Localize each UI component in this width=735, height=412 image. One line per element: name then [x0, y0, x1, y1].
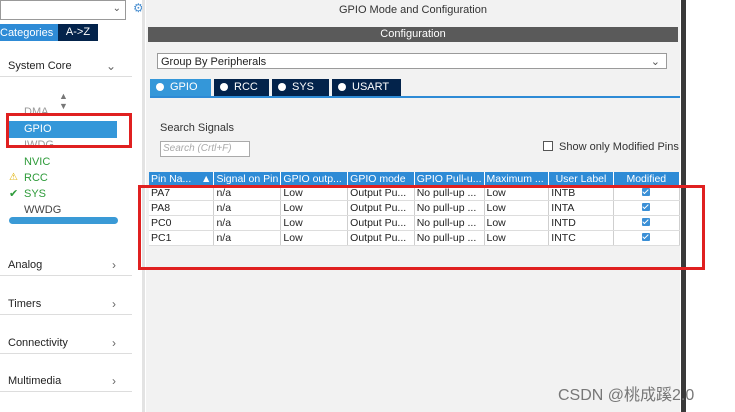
search-signals-input[interactable]: Search (Crtl+F)	[160, 141, 250, 157]
configuration-header: Configuration	[148, 27, 678, 42]
chevron-down-icon[interactable]: ⌄	[113, 3, 121, 14]
annotation-box-gpio	[6, 113, 132, 148]
col-gpio-output[interactable]: GPIO outp...	[280, 172, 349, 186]
tab-label: USART	[352, 81, 390, 93]
gpio-dot-icon	[156, 83, 164, 91]
col-modified[interactable]: Modified	[613, 172, 681, 186]
sort-icon[interactable]: ▲ ▼	[59, 91, 68, 111]
group-by-value: Group By Peripherals	[161, 56, 267, 68]
col-signal[interactable]: Signal on Pin	[213, 172, 282, 186]
category-tabs: Categories A->Z	[0, 24, 132, 41]
sys-dot-icon	[278, 83, 286, 91]
tab-gpio[interactable]: GPIO	[150, 79, 211, 96]
section-label: Multimedia	[8, 375, 62, 387]
warning-icon: ⚠	[9, 172, 18, 183]
section-multimedia[interactable]: Multimedia ›	[0, 371, 132, 392]
tab-label: RCC	[234, 81, 258, 93]
tab-categories[interactable]: Categories	[0, 24, 58, 41]
horizontal-scrollbar[interactable]	[9, 217, 118, 224]
table-header-row: Pin Na... ▲ Signal on Pin GPIO outp... G…	[149, 172, 681, 186]
usart-dot-icon	[338, 83, 346, 91]
sidebar: ⌄ Categories A->Z System Core ⌄ ▲ ▼ DMA G…	[0, 0, 132, 412]
search-signals-label: Search Signals	[160, 122, 234, 134]
section-label: Timers	[8, 298, 42, 310]
tab-label: SYS	[292, 81, 315, 93]
section-connectivity[interactable]: Connectivity ›	[0, 333, 132, 354]
chevron-right-icon: ›	[112, 297, 116, 311]
section-system-core[interactable]: System Core ⌄	[0, 56, 132, 77]
show-modified-checkbox[interactable]: Show only Modified Pins	[543, 141, 679, 153]
section-timers[interactable]: Timers ›	[0, 294, 132, 315]
peripheral-wwdg[interactable]: WWDG	[24, 204, 61, 216]
section-label: Analog	[8, 259, 43, 271]
tab-label: GPIO	[170, 81, 198, 93]
peripheral-nvic[interactable]: NVIC	[24, 156, 50, 168]
col-gpio-mode[interactable]: GPIO mode	[347, 172, 415, 186]
chevron-down-icon: ⌄	[650, 56, 660, 68]
check-icon: ✔	[9, 188, 19, 200]
tab-rcc[interactable]: RCC	[214, 79, 269, 96]
tab-a-z[interactable]: A->Z	[58, 24, 98, 41]
checkbox-icon[interactable]	[543, 141, 553, 151]
section-analog[interactable]: Analog ›	[0, 255, 132, 276]
show-modified-label: Show only Modified Pins	[559, 141, 679, 153]
chevron-right-icon: ›	[112, 336, 116, 350]
col-user-label[interactable]: User Label	[548, 172, 614, 186]
chevron-right-icon: ›	[112, 374, 116, 388]
col-pin-name[interactable]: Pin Na... ▲	[149, 172, 215, 186]
tab-usart[interactable]: USART	[332, 79, 401, 96]
tab-sys[interactable]: SYS	[272, 79, 329, 96]
sort-asc-icon: ▲	[201, 173, 212, 185]
group-by-select[interactable]: Group By Peripherals ⌄	[157, 53, 667, 69]
peripheral-rcc[interactable]: RCC	[24, 172, 48, 184]
chevron-right-icon: ›	[112, 258, 116, 272]
peripheral-tabs: GPIO RCC SYS USART	[150, 79, 680, 98]
category-search-input[interactable]: ⌄	[0, 0, 126, 20]
col-gpio-pull[interactable]: GPIO Pull-u...	[414, 172, 485, 186]
col-max-speed[interactable]: Maximum ...	[484, 172, 550, 186]
page-title: GPIO Mode and Configuration	[339, 4, 487, 16]
section-label: System Core	[8, 60, 72, 72]
watermark-text: CSDN @桃成蹊2.0	[558, 387, 695, 404]
chevron-down-icon: ⌄	[105, 59, 116, 73]
section-label: Connectivity	[8, 337, 68, 349]
rcc-dot-icon	[220, 83, 228, 91]
peripheral-sys[interactable]: SYS	[24, 188, 46, 200]
annotation-box-table	[138, 185, 705, 270]
